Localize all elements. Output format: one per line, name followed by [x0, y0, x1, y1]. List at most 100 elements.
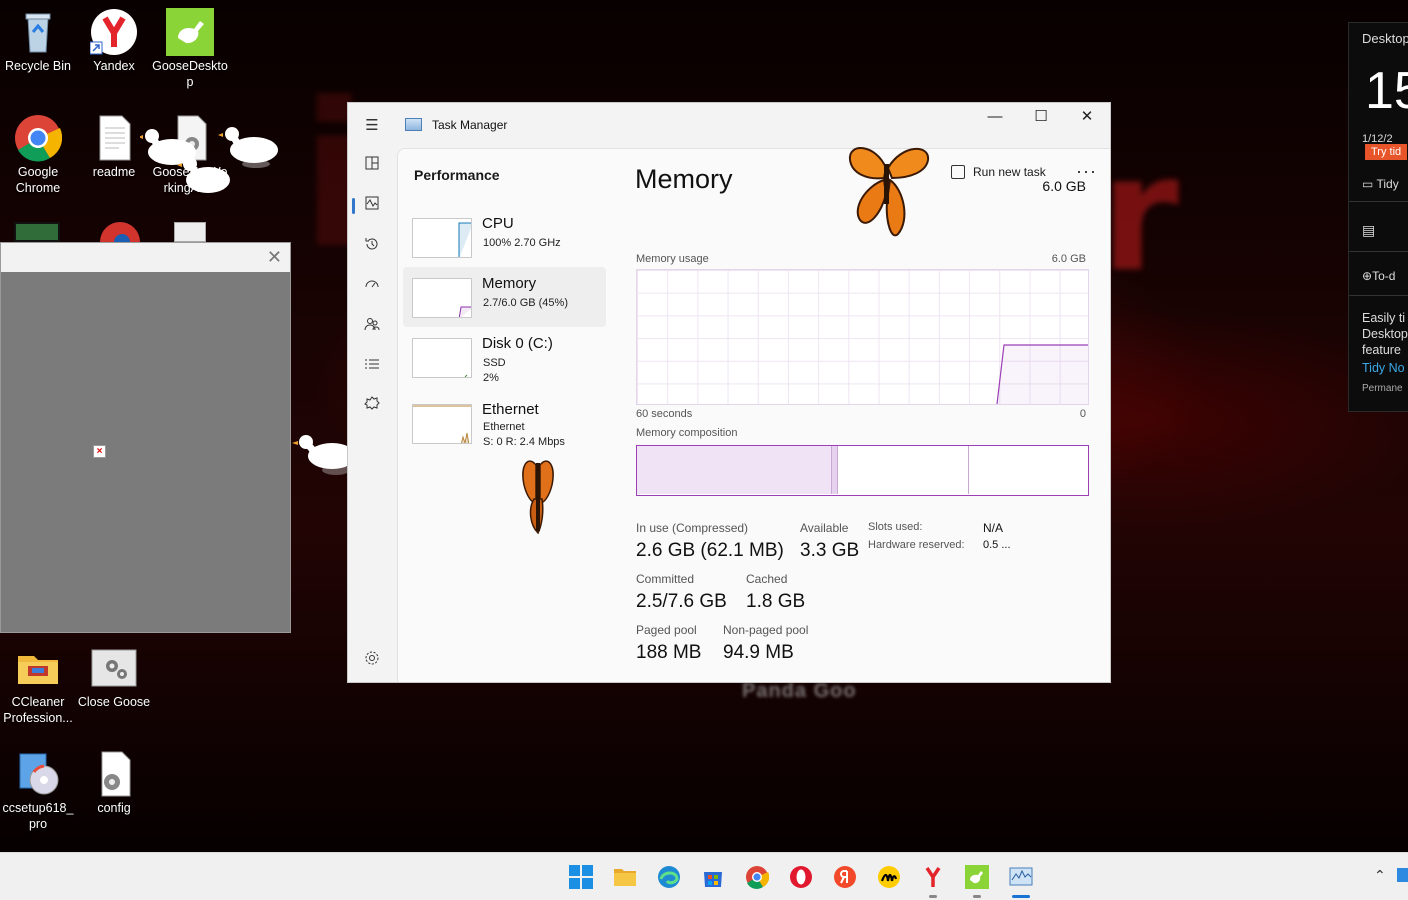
- slots-used-label: Slots used:: [868, 521, 923, 533]
- window-titlebar[interactable]: Task Manager — ☐ ✕: [397, 103, 1110, 148]
- desktop-icon-label: Google Chrome: [15, 165, 61, 195]
- desktop-icon-goosedesktop[interactable]: GooseDesktop: [152, 8, 228, 90]
- desktop-icon-close-goose[interactable]: Close Goose: [76, 644, 152, 710]
- desktop-icon-label: Yandex: [93, 59, 135, 73]
- todo-option[interactable]: ⊕To-d: [1362, 269, 1395, 283]
- perf-item-name: CPU: [482, 215, 514, 232]
- recycle-bin-icon: [14, 8, 62, 56]
- task-manager-window: ☰ Task Manager — ☐ ✕ Performance Run new…: [347, 102, 1111, 683]
- try-tidy-button[interactable]: Try tid: [1365, 144, 1408, 160]
- users-icon[interactable]: [362, 316, 382, 336]
- tray-app-icon[interactable]: [1397, 868, 1408, 882]
- tidy-now-link[interactable]: Tidy No: [1362, 361, 1405, 375]
- run-new-task-button[interactable]: Run new task: [951, 165, 1046, 179]
- perf-item-name: Ethernet: [482, 401, 539, 418]
- services-icon[interactable]: [362, 396, 382, 416]
- folder-icon: [14, 644, 62, 692]
- perf-item-disk[interactable]: Disk 0 (C:) SSD 2%: [403, 327, 606, 387]
- edge-browser-icon[interactable]: [657, 865, 681, 889]
- available-label: Available: [800, 521, 849, 535]
- blank-goose-dialog: ✕ ×: [0, 242, 291, 633]
- microsoft-store-icon[interactable]: [701, 865, 725, 889]
- widget-desc-3: feature: [1362, 343, 1401, 357]
- app-history-icon[interactable]: [362, 236, 382, 256]
- notes-icon[interactable]: ▤: [1362, 222, 1375, 239]
- widget-divider-3: [1349, 295, 1408, 296]
- hardware-reserved-label: Hardware reserved:: [868, 539, 965, 551]
- desktop-widget-panel: Desktop 15 1/12/2 Try tid ▭ Tidy ▤ ⊕To-d…: [1348, 22, 1408, 412]
- perf-item-name: Disk 0 (C:): [482, 335, 553, 352]
- run-task-icon: [951, 165, 965, 179]
- monitor-icon: ▭: [1362, 177, 1377, 191]
- ethernet-thumbnail-graph: [412, 404, 472, 444]
- startup-apps-icon[interactable]: [362, 276, 382, 296]
- app-icon-partial-2[interactable]: [100, 222, 140, 242]
- desktop-icon-label: config: [97, 801, 131, 815]
- tidy-option[interactable]: ▭ Tidy: [1362, 177, 1399, 191]
- desktop-icon-yandex[interactable]: Yandex: [76, 8, 152, 74]
- opera-icon[interactable]: [789, 865, 813, 889]
- perf-item-memory[interactable]: Memory 2.7/6.0 GB (45%): [403, 267, 606, 327]
- available-value: 3.3 GB: [800, 540, 860, 561]
- run-new-task-label: Run new task: [973, 165, 1046, 179]
- close-button[interactable]: ✕: [1064, 103, 1110, 133]
- config-file-icon: [90, 750, 138, 798]
- memory-usage-label: Memory usage: [636, 253, 709, 265]
- details-icon[interactable]: [362, 356, 382, 376]
- settings-gear-icon[interactable]: [362, 650, 382, 670]
- paged-pool-label: Paged pool: [636, 623, 697, 637]
- widget-permanent-note: Permane: [1362, 383, 1403, 394]
- desktop-icon-chrome[interactable]: Google Chrome: [0, 114, 76, 196]
- app-icon-partial[interactable]: [14, 222, 60, 242]
- processes-icon[interactable]: [362, 156, 382, 176]
- maximize-button[interactable]: ☐: [1018, 103, 1064, 133]
- widget-divider-2: [1349, 251, 1408, 252]
- start-button-icon[interactable]: [569, 865, 593, 889]
- plus-circle-icon: ⊕: [1362, 269, 1373, 283]
- yandex-launcher-icon[interactable]: [833, 865, 857, 889]
- task-manager-taskbar-icon[interactable]: [1009, 865, 1033, 889]
- chrome-icon: [14, 114, 63, 162]
- memory-composition-label: Memory composition: [636, 427, 738, 439]
- slots-used-value: N/A: [983, 521, 1004, 535]
- hamburger-menu-icon[interactable]: ☰: [362, 116, 382, 136]
- yandex-music-icon[interactable]: [877, 865, 901, 889]
- gear-document-icon-partial[interactable]: [174, 222, 206, 242]
- memory-usage-graph: [636, 269, 1089, 405]
- widget-day-number: 15: [1365, 62, 1408, 120]
- goose-sprite-3: [176, 150, 236, 205]
- desktop-icon-ccsetup[interactable]: ccsetup618_pro: [0, 750, 76, 832]
- widget-divider: [1349, 201, 1408, 202]
- graph-time-axis-right: 0: [1079, 408, 1086, 420]
- file-explorer-icon[interactable]: [613, 865, 637, 889]
- goose-desktop-taskbar-icon[interactable]: [965, 865, 989, 889]
- dialog-close-icon[interactable]: ✕: [267, 247, 282, 268]
- desktop-icon-config[interactable]: config: [76, 750, 152, 816]
- yandex-browser-taskbar-icon[interactable]: [921, 865, 945, 889]
- running-indicator: [973, 895, 981, 898]
- hardware-reserved-value: 0.5 ...: [983, 539, 1011, 551]
- dialog-titlebar: ✕: [1, 243, 290, 272]
- desktop-icon-recycle-bin[interactable]: Recycle Bin: [0, 8, 76, 74]
- composition-standby: [837, 446, 968, 494]
- performance-icon[interactable]: [362, 196, 382, 216]
- performance-page: Performance Run new task ··· CPU 100% 2.…: [397, 148, 1110, 682]
- yandex-browser-icon: [89, 8, 138, 56]
- chevron-up-icon[interactable]: ⌃: [1374, 867, 1386, 884]
- cpu-thumbnail-graph: [412, 218, 472, 258]
- perf-item-detail: SSD: [483, 357, 506, 369]
- page-title: Performance: [414, 167, 500, 183]
- active-app-indicator: [1012, 895, 1030, 898]
- memory-usage-max: 6.0 GB: [1051, 253, 1086, 265]
- chrome-taskbar-icon[interactable]: [745, 865, 770, 889]
- minimize-button[interactable]: —: [972, 103, 1018, 133]
- paged-pool-value: 188 MB: [636, 642, 702, 663]
- perf-item-cpu[interactable]: CPU 100% 2.70 GHz: [403, 207, 606, 267]
- perf-item-ethernet[interactable]: Ethernet Ethernet S: 0 R: 2.4 Mbps: [403, 393, 606, 453]
- taskbar: ⌃: [0, 852, 1408, 900]
- butterfly-sprite: [838, 138, 934, 257]
- broken-image-icon: ×: [93, 445, 106, 458]
- perf-item-detail: 2.7/6.0 GB (45%): [483, 297, 568, 309]
- memory-total: 6.0 GB: [1042, 178, 1086, 194]
- desktop-icon-ccleaner[interactable]: CCleaner Profession...: [0, 644, 76, 726]
